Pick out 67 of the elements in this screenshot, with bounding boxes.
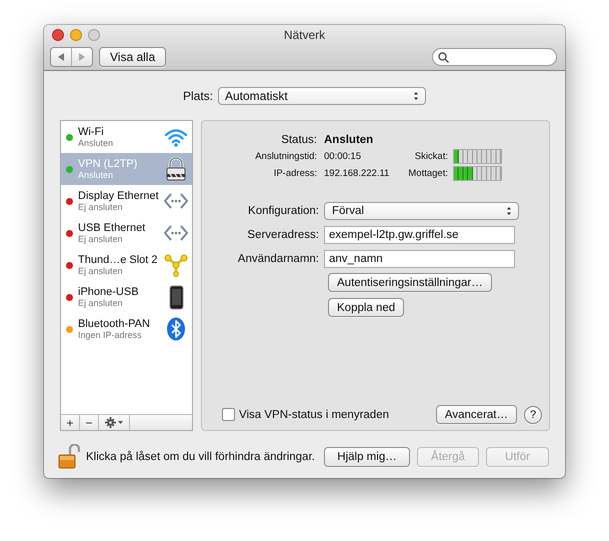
service-item[interactable]: USB Ethernet Ej ansluten [61,217,192,249]
service-status: Ej ansluten [78,234,124,244]
location-label: Plats: [182,89,213,103]
open-padlock-icon[interactable] [58,444,80,469]
authentication-settings-button[interactable]: Autentiseringsinställningar… [328,273,492,292]
stepper-arrows-icon [413,91,419,101]
location-dropdown[interactable]: Automatiskt [218,87,426,105]
meter-label: Mottaget: [407,168,449,179]
zoom-button[interactable] [88,29,100,41]
service-status: Ansluten [78,170,114,180]
right-triangle-icon [78,53,86,61]
ethernet-arrows-icon [164,191,188,211]
help-button[interactable]: ? [524,406,542,424]
service-name: Thund…e Slot 2 [78,254,158,266]
search-field[interactable] [432,48,557,66]
info-label: Anslutningstid: [254,151,318,162]
service-name: Wi-Fi [78,126,105,138]
service-status: Ej ansluten [78,298,124,308]
help-me-button[interactable]: Hjälp mig… [324,446,410,466]
remove-button[interactable]: − [80,415,99,430]
service-item[interactable]: iPhone-USB Ej ansluten [61,281,192,313]
close-button[interactable] [52,29,64,41]
stepper-arrows-icon [506,206,512,216]
field-label: Serveradress: [246,229,320,241]
service-name: Display Ethernet [78,190,158,202]
bluetooth-icon [165,317,187,341]
window-title: Nätverk [284,28,326,42]
advanced-button[interactable]: Avancerat… [436,405,517,424]
input-field[interactable]: exempel-l2tp.gw.griffel.se [324,226,515,244]
activity-meter [453,166,502,181]
info-label: IP-adress: [272,168,318,179]
wifi-icon [164,126,188,148]
field-label: Konfiguration: [247,205,320,217]
service-status: Ingen IP-adress [78,330,143,340]
service-status: Ansluten [78,138,114,148]
search-icon [438,52,449,62]
status-label: Status: [280,134,318,146]
info-value: 192.168.222.11 [324,168,390,179]
service-name: USB Ethernet [78,222,146,234]
input-field[interactable]: anv_namn [324,250,515,268]
minimize-button[interactable] [70,29,82,41]
meter-label: Skickat: [414,151,449,162]
status-value: Ansluten [324,134,374,146]
add-button[interactable]: + [61,415,80,430]
disconnect-button[interactable]: Koppla ned [328,298,404,317]
padlock-icon [164,157,188,181]
service-name: Bluetooth-PAN [78,318,151,330]
info-value: 00:00:15 [324,151,362,162]
checkbox[interactable] [222,408,235,421]
activity-meter [453,149,502,164]
left-triangle-icon [57,53,65,61]
configuration-dropdown[interactable]: Förval [324,202,519,220]
service-item[interactable]: Display Ethernet Ej ansluten [61,185,192,217]
lock-message: Klicka på låset om du vill förhindra ändringar. [86,450,315,462]
service-status: Ej ansluten [78,266,124,276]
service-status: Ej ansluten [78,202,124,212]
connector-icon [164,253,188,277]
service-name: iPhone-USB [78,286,140,298]
ethernet-arrows-icon [164,223,188,243]
checkbox-label: Visa VPN-status i menyraden [239,408,389,420]
service-name: VPN (L2TP) [78,158,138,170]
field-label: Användarnamn: [236,253,320,265]
show-all-button[interactable]: Visa alla [99,47,166,67]
service-item[interactable]: Wi-Fi Ansluten [61,121,192,153]
service-item[interactable]: Bluetooth-PAN Ingen IP-adress [61,313,192,345]
gear-icon [105,417,123,428]
service-item[interactable]: Thund…e Slot 2 Ej ansluten [61,249,192,281]
